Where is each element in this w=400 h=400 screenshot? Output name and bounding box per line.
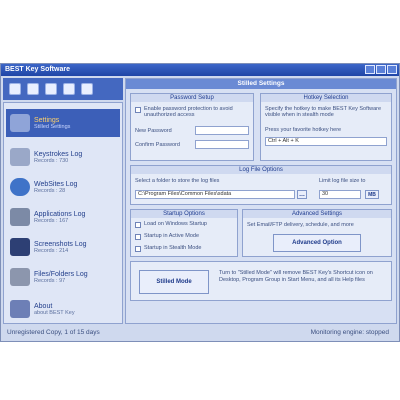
- help-icon[interactable]: [81, 83, 93, 95]
- settings-panel: Stilled Settings Password Setup Enable p…: [125, 78, 397, 324]
- globe-icon: [10, 178, 30, 196]
- keyboard-icon: [10, 148, 30, 166]
- monitor-icon: [10, 238, 30, 256]
- sidebar-item-about[interactable]: About about BEST Key: [6, 295, 120, 323]
- application-icon: [10, 208, 30, 226]
- status-bar: Unregistered Copy, 1 of 15 days Monitori…: [1, 327, 399, 339]
- new-password-field[interactable]: [195, 126, 249, 135]
- stealth-mode-button[interactable]: Stilled Mode: [139, 270, 209, 294]
- export-icon[interactable]: [63, 83, 75, 95]
- sidebar-item-screenshots[interactable]: Screenshots Log Records : 214: [6, 233, 120, 261]
- minimize-button[interactable]: [365, 65, 375, 74]
- load-on-startup-checkbox[interactable]: [135, 222, 141, 228]
- log-folder-input[interactable]: C:\Program Files\Common Files\sdata: [135, 190, 295, 199]
- size-unit-button[interactable]: MB: [365, 190, 379, 199]
- title-bar: BEST Key Software: [1, 64, 399, 76]
- close-button[interactable]: [387, 65, 397, 74]
- info-icon: [10, 300, 30, 318]
- log-file-group: Log File Options Select a folder to stor…: [130, 165, 392, 205]
- advanced-group: Advanced Settings Set Email/FTP delivery…: [242, 209, 392, 257]
- browse-folder-button[interactable]: …: [297, 190, 307, 199]
- window-title: BEST Key Software: [5, 66, 70, 73]
- startup-group: Startup Options Load on Windows Startup …: [130, 209, 238, 257]
- engine-status: Monitoring engine: stopped: [310, 329, 389, 336]
- password-setup-group: Password Setup Enable password protectio…: [130, 93, 254, 161]
- advanced-option-button[interactable]: Advanced Option: [273, 234, 361, 252]
- panel-header: Stilled Settings: [126, 79, 396, 89]
- stealth-mode-radio[interactable]: [135, 246, 141, 252]
- confirm-password-field[interactable]: [195, 140, 249, 149]
- registration-status: Unregistered Copy, 1 of 15 days: [7, 329, 100, 336]
- delete-icon[interactable]: [45, 83, 57, 95]
- settings-icon: [10, 114, 30, 132]
- log-size-input[interactable]: 30: [319, 190, 361, 199]
- toolbar: [3, 78, 123, 100]
- stealth-group: Stilled Mode Turn to "Stilled Mode" will…: [130, 261, 392, 301]
- app-window: BEST Key Software Settings Stilled Setti…: [0, 63, 400, 342]
- sidebar-item-files[interactable]: Files/Folders Log Records : 97: [6, 263, 120, 291]
- sidebar: Settings Stilled Settings Keystrokes Log…: [3, 102, 123, 324]
- maximize-button[interactable]: [376, 65, 386, 74]
- refresh-icon[interactable]: [27, 83, 39, 95]
- sidebar-item-websites[interactable]: WebSites Log Records : 28: [6, 173, 120, 201]
- hotkey-input[interactable]: Ctrl + Alt + K: [265, 137, 387, 146]
- save-icon[interactable]: [9, 83, 21, 95]
- hotkey-group: Hotkey Selection Specify the hotkey to m…: [260, 93, 392, 161]
- folder-icon: [10, 268, 30, 286]
- sidebar-item-keystrokes[interactable]: Keystrokes Log Records : 730: [6, 143, 120, 171]
- sidebar-item-applications[interactable]: Applications Log Records : 167: [6, 203, 120, 231]
- sidebar-item-settings[interactable]: Settings Stilled Settings: [6, 109, 120, 137]
- enable-password-checkbox[interactable]: [135, 107, 141, 113]
- active-mode-radio[interactable]: [135, 234, 141, 240]
